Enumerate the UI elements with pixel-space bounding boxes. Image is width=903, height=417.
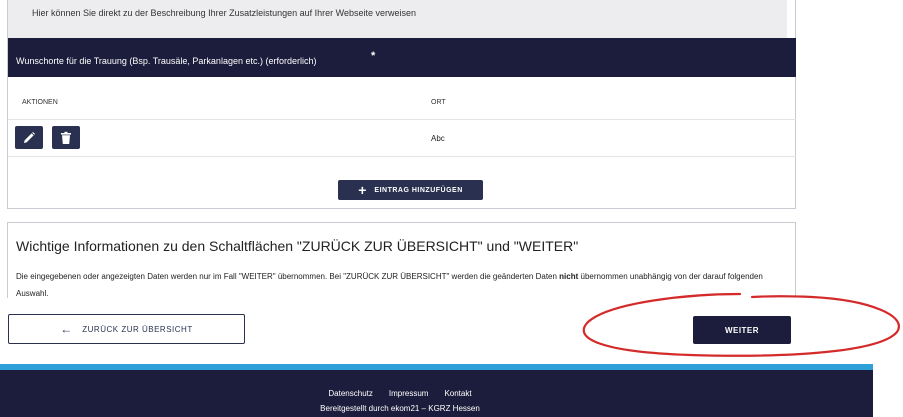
delete-button[interactable] <box>52 126 80 149</box>
info-emphasis: nicht <box>559 272 579 281</box>
row-divider <box>8 119 796 120</box>
edit-button[interactable] <box>15 126 43 149</box>
locations-card: Hier können Sie direkt zu der Beschreibu… <box>7 0 796 209</box>
required-marker: * <box>371 50 376 62</box>
info-card: Wichtige Informationen zu den Schaltfläc… <box>7 222 796 298</box>
pencil-icon <box>24 131 35 143</box>
column-header-actions: AKTIONEN <box>22 99 58 106</box>
column-header-ort: ORT <box>431 99 446 106</box>
table-cell-ort: Abc <box>431 134 445 143</box>
footer-accent-stripe <box>0 364 873 370</box>
hint-text: Hier können Sie direkt zu der Beschreibu… <box>32 8 417 18</box>
next-label: WEITER <box>724 325 760 335</box>
add-entry-label: EINTRAG HINZUFÜGEN <box>374 186 463 194</box>
info-body: Die eingegebenen oder angezeigten Daten … <box>16 268 791 302</box>
footer: Datenschutz Impressum Kontakt Bereitgest… <box>0 364 873 417</box>
footer-link-datenschutz[interactable]: Datenschutz <box>328 389 372 398</box>
footer-credit: Bereitgestellt durch ekom21 – KGRZ Hesse… <box>320 404 480 413</box>
arrow-left-icon: ← <box>60 322 73 336</box>
footer-link-impressum[interactable]: Impressum <box>389 389 429 398</box>
section-header: Wunschorte für die Trauung (Bsp. Trausäl… <box>8 38 796 77</box>
footer-link-kontakt[interactable]: Kontakt <box>444 389 471 398</box>
plus-icon: + <box>358 182 367 198</box>
trash-icon <box>61 131 71 144</box>
add-entry-button[interactable]: + EINTRAG HINZUFÜGEN <box>338 180 483 200</box>
next-button[interactable]: WEITER <box>693 316 791 344</box>
section-title: Wunschorte für die Trauung (Bsp. Trausäl… <box>16 56 317 66</box>
back-to-overview-label: ZURÜCK ZUR ÜBERSICHT <box>82 324 193 334</box>
info-title: Wichtige Informationen zu den Schaltfläc… <box>16 238 579 254</box>
info-text: Die eingegebenen oder angezeigten Daten … <box>16 272 560 281</box>
footer-links: Datenschutz Impressum Kontakt <box>0 389 800 398</box>
hint-box: Hier können Sie direkt zu der Beschreibu… <box>8 0 787 38</box>
row-divider <box>8 156 796 157</box>
back-to-overview-button[interactable]: ← ZURÜCK ZUR ÜBERSICHT <box>8 314 245 344</box>
